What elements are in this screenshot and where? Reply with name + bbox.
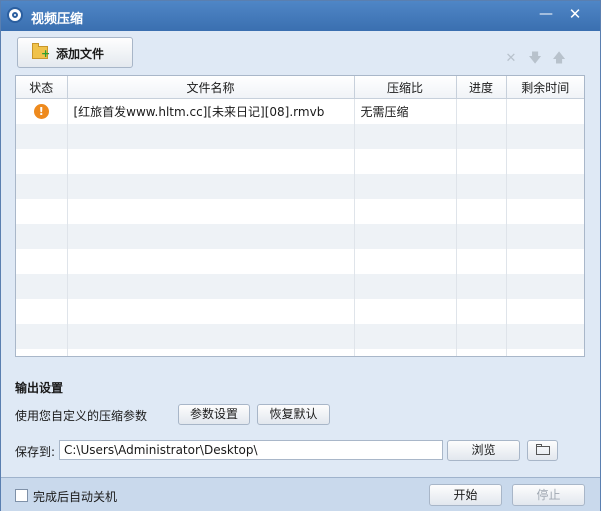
- move-up-icon[interactable]: 🡅: [551, 51, 567, 67]
- add-folder-icon: [32, 43, 50, 59]
- empty-row: [16, 249, 584, 274]
- empty-row: [16, 349, 584, 356]
- header-status[interactable]: 状态: [16, 76, 68, 99]
- move-down-icon[interactable]: 🡇: [527, 51, 543, 67]
- empty-row: [16, 199, 584, 224]
- delete-icon[interactable]: ✕: [503, 51, 519, 67]
- row-status: !: [16, 98, 68, 124]
- window-title: 视频压缩: [31, 12, 84, 27]
- file-list-table: 状态 文件名称 压缩比 进度 剩余时间 ! [红旅首发www.hltm.cc][…: [15, 75, 585, 357]
- warning-icon: !: [33, 104, 49, 119]
- param-settings-button[interactable]: 参数设置: [178, 404, 250, 425]
- app-logo-icon: [7, 7, 23, 23]
- add-file-button[interactable]: 添加文件: [17, 37, 133, 68]
- row-ratio: 无需压缩: [354, 98, 457, 124]
- empty-row: [16, 149, 584, 174]
- open-folder-icon: [536, 444, 550, 455]
- row-filename: [红旅首发www.hltm.cc][未来日记][08].rmvb: [67, 98, 355, 124]
- header-progress[interactable]: 进度: [456, 76, 507, 99]
- custom-params-text: 使用您自定义的压缩参数: [15, 409, 148, 423]
- stop-button[interactable]: 停止: [512, 484, 585, 506]
- browse-button[interactable]: 浏览: [447, 440, 520, 461]
- header-ratio[interactable]: 压缩比: [354, 76, 457, 99]
- save-path-input[interactable]: [59, 440, 443, 460]
- header-remaining[interactable]: 剩余时间: [506, 76, 584, 99]
- video-compress-window: 视频压缩 — ✕ 添加文件 ✕ 🡇 🡅 状态 文件名称 压缩比 进度 剩余时间: [0, 0, 601, 511]
- add-file-label: 添加文件: [56, 47, 105, 61]
- open-folder-button[interactable]: [527, 440, 558, 461]
- table-row[interactable]: ! [红旅首发www.hltm.cc][未来日记][08].rmvb 无需压缩: [16, 98, 584, 125]
- auto-shutdown-checkbox[interactable]: [15, 489, 28, 502]
- close-button[interactable]: ✕: [561, 5, 589, 23]
- restore-default-button[interactable]: 恢复默认: [257, 404, 330, 425]
- minimize-button[interactable]: —: [532, 5, 560, 23]
- empty-row: [16, 299, 584, 324]
- header-filename[interactable]: 文件名称: [67, 76, 355, 99]
- save-to-label: 保存到:: [15, 445, 56, 459]
- title-bar: 视频压缩 — ✕: [1, 1, 600, 31]
- start-button[interactable]: 开始: [429, 484, 502, 506]
- empty-row: [16, 274, 584, 299]
- table-header-row: 状态 文件名称 压缩比 进度 剩余时间: [16, 76, 584, 99]
- toolbar: 添加文件 ✕ 🡇 🡅: [1, 31, 600, 75]
- empty-row: [16, 174, 584, 199]
- auto-shutdown-label: 完成后自动关机: [33, 490, 118, 504]
- empty-row: [16, 224, 584, 249]
- empty-row: [16, 124, 584, 149]
- row-progress: [456, 98, 507, 124]
- bottom-bar: 完成后自动关机 开始 停止: [1, 477, 600, 511]
- row-remaining: [506, 99, 584, 125]
- empty-row: [16, 324, 584, 349]
- output-settings-title: 输出设置: [15, 381, 64, 395]
